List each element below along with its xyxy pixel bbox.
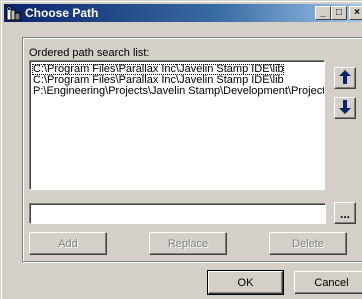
- arrow-up-icon: [339, 69, 351, 87]
- browse-button-label: ...: [339, 207, 350, 221]
- cancel-button[interactable]: Cancel: [294, 271, 362, 294]
- delete-button[interactable]: Delete: [269, 232, 347, 255]
- move-down-button[interactable]: [334, 97, 356, 119]
- maximize-button[interactable]: □: [331, 6, 347, 20]
- title-bar[interactable]: Choose Path _ □ ×: [4, 4, 362, 22]
- minimize-icon: _: [320, 7, 326, 18]
- app-icon: [6, 5, 22, 21]
- window-title: Choose Path: [25, 6, 99, 20]
- browse-button[interactable]: ...: [334, 202, 356, 224]
- add-button-label: Add: [58, 237, 78, 250]
- replace-button[interactable]: Replace: [149, 232, 227, 255]
- minimize-button[interactable]: _: [315, 6, 331, 20]
- path-list-label: Ordered path search list:: [29, 47, 150, 59]
- maximize-icon: □: [335, 7, 343, 18]
- choose-path-dialog: Choose Path _ □ × Ordered path search li…: [0, 0, 362, 299]
- path-input[interactable]: [29, 203, 326, 224]
- replace-button-label: Replace: [167, 237, 209, 250]
- list-item[interactable]: P:\Engineering\Projects\Javelin Stamp\De…: [32, 86, 324, 97]
- delete-button-label: Delete: [292, 237, 324, 250]
- move-up-button[interactable]: [334, 67, 356, 89]
- close-button[interactable]: ×: [349, 6, 362, 20]
- ok-button[interactable]: OK: [207, 270, 284, 295]
- path-listbox[interactable]: C:\Program Files\Parallax Inc\Javelin St…: [29, 60, 325, 190]
- close-icon: ×: [354, 7, 360, 18]
- add-button[interactable]: Add: [29, 232, 107, 255]
- ok-button-label: OK: [237, 276, 254, 289]
- cancel-button-label: Cancel: [314, 276, 349, 289]
- arrow-down-icon: [339, 99, 351, 117]
